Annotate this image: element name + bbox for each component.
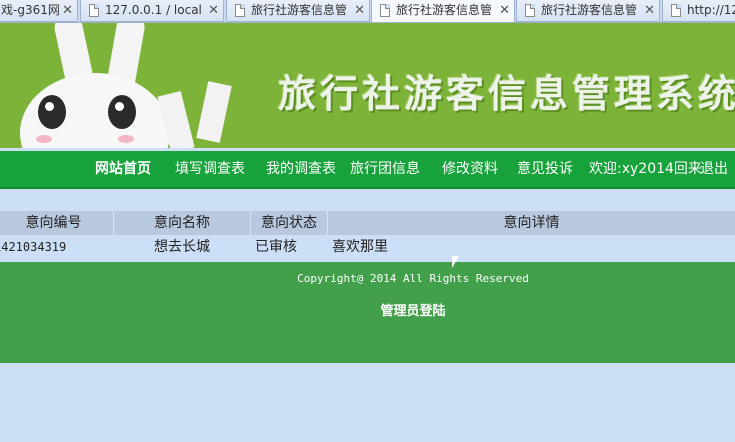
page-icon xyxy=(671,4,681,17)
tab-title: http://12 xyxy=(687,3,735,17)
browser-tab-active[interactable]: 旅行社游客信息管 ✕ xyxy=(371,0,515,22)
cell-id: 1421034319 xyxy=(0,240,67,254)
tab-title: 旅行社游客信息管 xyxy=(541,3,638,17)
cell-detail: 喜欢那里 xyxy=(332,239,388,255)
tab-title: 旅行社游客信息管 xyxy=(251,3,348,17)
main-nav: 网站首页 填写调查表 我的调查表 旅行团信息 修改资料 意见投诉 欢迎:xy20… xyxy=(0,151,735,189)
browser-tab[interactable]: http://12 xyxy=(662,0,735,22)
nav-fill-survey[interactable]: 填写调查表 xyxy=(175,151,245,187)
page-icon xyxy=(89,4,99,17)
tab-title: 戏-g361网 xyxy=(1,3,60,17)
nav-tour-group[interactable]: 旅行团信息 xyxy=(350,151,420,187)
page-icon xyxy=(380,4,390,17)
bunny-eye xyxy=(38,95,66,129)
decor-card xyxy=(196,81,232,143)
table-header: 意向编号 意向名称 意向状态 意向详情 xyxy=(0,211,735,235)
bunny-cheek xyxy=(118,135,134,143)
table-row: 1421034319 想去长城 已审核 喜欢那里 xyxy=(0,235,735,259)
browser-tab[interactable]: 旅行社游客信息管 ✕ xyxy=(516,0,660,22)
close-icon[interactable]: ✕ xyxy=(354,0,365,21)
nav-complaint[interactable]: 意见投诉 xyxy=(517,151,573,187)
browser-tab[interactable]: 127.0.0.1 / local ✕ xyxy=(80,0,224,22)
column-header: 意向详情 xyxy=(503,215,560,231)
tab-title: 127.0.0.1 / local xyxy=(105,3,202,17)
close-icon[interactable]: ✕ xyxy=(62,0,73,21)
nav-edit-profile[interactable]: 修改资料 xyxy=(442,151,498,187)
mouse-cursor-icon xyxy=(452,256,459,268)
column-header: 意向名称 xyxy=(114,211,251,235)
bunny-eye xyxy=(108,95,136,129)
nav-home[interactable]: 网站首页 xyxy=(95,151,151,187)
browser-tab-strip: 戏-g361网 ✕ 127.0.0.1 / local ✕ 旅行社游客信息管 ✕… xyxy=(0,0,735,23)
close-icon[interactable]: ✕ xyxy=(499,0,510,21)
nav-my-survey[interactable]: 我的调查表 xyxy=(266,151,336,187)
column-header: 意向状态 xyxy=(251,211,328,235)
close-icon[interactable]: ✕ xyxy=(644,0,655,21)
browser-tab[interactable]: 戏-g361网 ✕ xyxy=(0,0,78,22)
column-header: 意向编号 xyxy=(0,211,114,235)
close-icon[interactable]: ✕ xyxy=(208,0,219,21)
page-footer: Copyright@ 2014 All Rights Reserved 管理员登… xyxy=(0,262,735,363)
cell-name: 想去长城 xyxy=(154,239,210,255)
page-icon xyxy=(525,4,535,17)
browser-tab[interactable]: 旅行社游客信息管 ✕ xyxy=(226,0,370,22)
bunny-cheek xyxy=(36,135,52,143)
copyright-text: Copyright@ 2014 All Rights Reserved xyxy=(297,272,529,285)
page-icon xyxy=(235,4,245,17)
tab-title: 旅行社游客信息管 xyxy=(396,3,493,17)
nav-logout[interactable]: 退出 xyxy=(700,151,728,187)
admin-login-link[interactable]: 管理员登陆 xyxy=(0,300,735,319)
site-banner: 旅行社游客信息管理系统 xyxy=(0,23,735,148)
cell-status: 已审核 xyxy=(255,239,297,255)
banner-title: 旅行社游客信息管理系统 xyxy=(278,72,735,116)
bunny-mascot xyxy=(20,73,170,148)
welcome-text: 欢迎:xy2014回来 xyxy=(589,161,702,177)
